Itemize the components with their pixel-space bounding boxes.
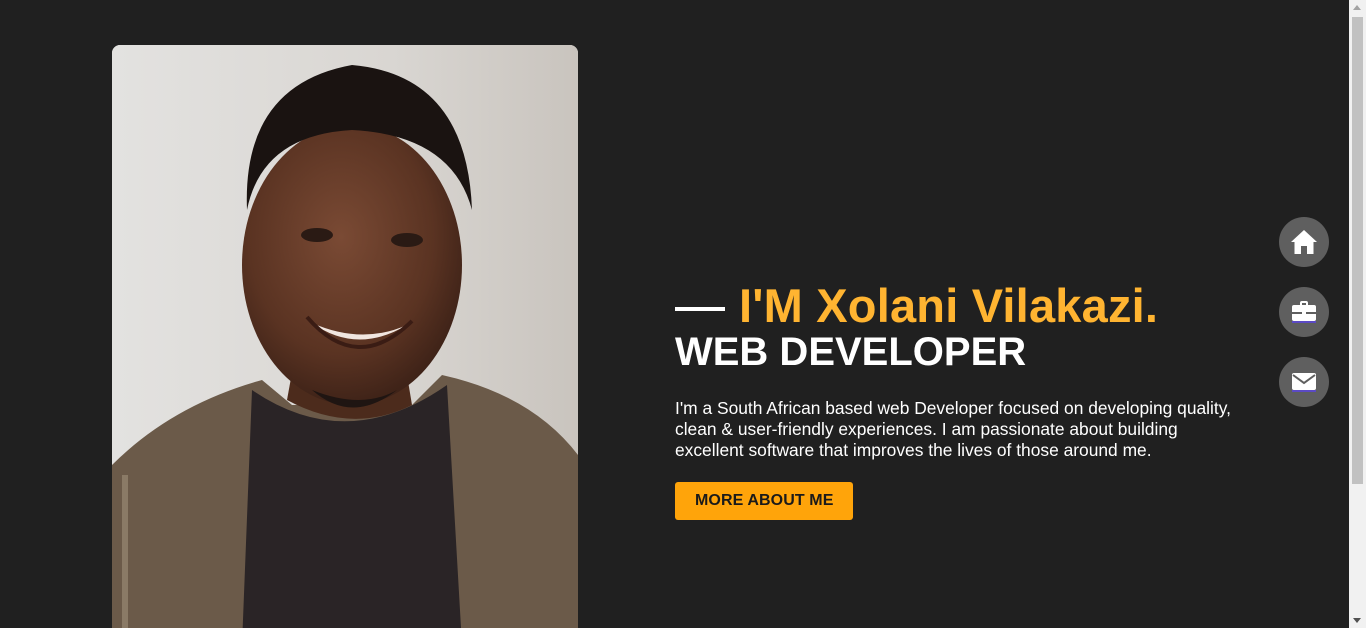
nav-home-button[interactable]	[1279, 217, 1329, 267]
nav-portfolio-button[interactable]	[1279, 287, 1329, 337]
side-nav	[1279, 217, 1329, 427]
more-about-me-button[interactable]: MORE ABOUT ME	[675, 482, 854, 520]
hero-bio: I'm a South African based web Developer …	[675, 398, 1231, 460]
home-icon	[1291, 230, 1317, 254]
profile-photo	[112, 45, 578, 628]
portrait-image	[112, 45, 578, 628]
hero-name: I'M Xolani Vilakazi.	[739, 278, 1159, 332]
briefcase-icon	[1292, 301, 1316, 323]
title-dash	[675, 307, 725, 311]
scrollbar-thumb[interactable]	[1352, 17, 1363, 484]
envelope-icon	[1292, 373, 1316, 392]
nav-contact-button[interactable]	[1279, 357, 1329, 407]
scrollbar[interactable]	[1349, 0, 1366, 628]
intro-line: I'M Xolani Vilakazi.	[675, 278, 1245, 332]
hero-role: WEB DEVELOPER	[675, 330, 1027, 374]
scroll-up-icon[interactable]	[1353, 5, 1361, 10]
hero-section: I'M Xolani Vilakazi. WEB DEVELOPER I'm a…	[675, 278, 1245, 520]
scroll-down-icon[interactable]	[1353, 618, 1361, 623]
